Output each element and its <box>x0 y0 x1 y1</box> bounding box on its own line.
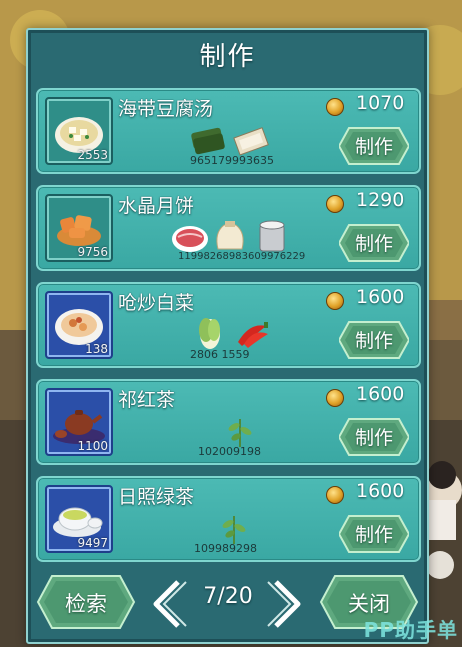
make-button[interactable]: 制作 <box>339 320 409 360</box>
recipe-price: 1600 <box>356 286 405 308</box>
recipe-price: 1600 <box>356 383 405 405</box>
dish-thumbnail: 9756 <box>45 194 113 262</box>
stock-count: 138 <box>85 342 108 356</box>
make-button[interactable]: 制作 <box>339 514 409 554</box>
recipe-name: 呛炒白菜 <box>118 292 195 314</box>
material-quantities: 965179993635 <box>190 154 274 167</box>
stock-count: 2553 <box>77 148 108 162</box>
recipe-price: 1070 <box>356 92 405 114</box>
dish-thumbnail: 9497 <box>45 485 113 553</box>
lard-bucket-icon <box>259 220 285 252</box>
page-indicator: 7/20 <box>203 584 253 609</box>
material-quantities: 2806 1559 <box>190 348 250 361</box>
dish-thumbnail: 1100 <box>45 388 113 456</box>
make-button[interactable]: 制作 <box>339 223 409 263</box>
make-button-label: 制作 <box>354 136 393 158</box>
tea-leaf-icon <box>222 516 246 544</box>
make-button[interactable]: 制作 <box>339 417 409 457</box>
coin-icon <box>326 98 344 116</box>
search-button-label: 检索 <box>65 592 107 616</box>
recipe-name: 海带豆腐汤 <box>118 98 214 120</box>
recipe-name: 祁红茶 <box>118 389 176 411</box>
recipe-price: 1600 <box>356 480 405 502</box>
recipe-row[interactable]: 9497 日照绿茶 1600 109989298 制作 <box>36 476 421 562</box>
recipe-row[interactable]: 1100 祁红茶 1600 102009198 制作 <box>36 379 421 465</box>
tea-leaf-icon <box>228 419 252 447</box>
coin-icon <box>326 195 344 213</box>
panel-title: 制作 <box>199 42 256 72</box>
stock-count: 9497 <box>77 536 108 550</box>
coin-icon <box>326 292 344 310</box>
stock-count: 1100 <box>77 439 108 453</box>
coin-icon <box>326 389 344 407</box>
recipe-row[interactable]: 138 呛炒白菜 1600 2806 1559 制作 <box>36 282 421 368</box>
material-quantities: 11998268983609976229 <box>178 251 306 262</box>
recipe-price: 1290 <box>356 189 405 211</box>
cabbage-icon <box>199 318 220 349</box>
recipe-name: 日照绿茶 <box>118 486 195 508</box>
dish-thumbnail: 2553 <box>45 97 113 165</box>
search-button[interactable]: 检索 <box>36 574 136 630</box>
next-page-arrow-icon[interactable] <box>266 578 306 630</box>
make-button[interactable]: 制作 <box>339 126 409 166</box>
make-button-label: 制作 <box>354 524 393 546</box>
dish-thumbnail: 138 <box>45 291 113 359</box>
material-quantities: 102009198 <box>198 445 261 458</box>
make-button-label: 制作 <box>354 330 393 352</box>
material-quantities: 109989298 <box>194 542 257 555</box>
watermark-logo: PP助手单 <box>363 618 458 642</box>
coin-icon <box>326 486 344 504</box>
make-button-label: 制作 <box>354 233 393 255</box>
crafting-panel: 制作 2553 海带豆腐汤 1070 965179993635 制作 9756 … <box>26 28 429 644</box>
recipe-row[interactable]: 2553 海带豆腐汤 1070 965179993635 制作 <box>36 88 421 174</box>
recipe-row[interactable]: 9756 水晶月饼 1290 11998268983609976229 制作 <box>36 185 421 271</box>
stock-count: 9756 <box>77 245 108 259</box>
make-button-label: 制作 <box>354 427 393 449</box>
flour-sack-icon <box>216 221 244 250</box>
recipe-name: 水晶月饼 <box>118 195 195 217</box>
